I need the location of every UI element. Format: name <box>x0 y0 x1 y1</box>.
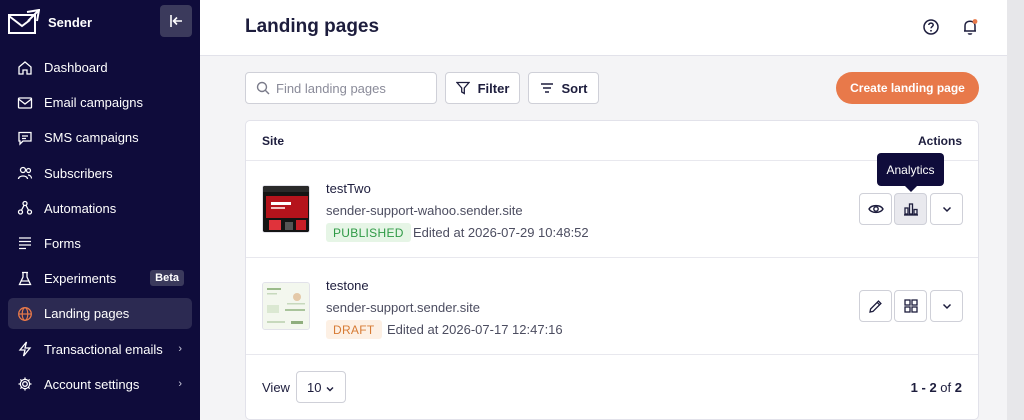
edit-button[interactable] <box>859 290 892 322</box>
chevron-right-icon: › <box>178 342 182 355</box>
view-label: View <box>262 380 290 395</box>
preview-button[interactable] <box>859 193 892 225</box>
pagination-total: 2 <box>954 380 962 395</box>
page-thumbnail[interactable] <box>262 282 310 330</box>
sort-button[interactable]: Sort <box>528 72 599 104</box>
forms-icon <box>16 234 34 252</box>
grid-icon <box>903 299 918 313</box>
users-icon <box>16 164 34 182</box>
brand-logo[interactable]: Sender <box>8 8 92 36</box>
help-icon[interactable] <box>921 17 941 37</box>
pagination-info: 1 - 2 of 2 <box>911 380 962 395</box>
brand-name: Sender <box>48 14 93 30</box>
sidebar-item-transactional-emails[interactable]: Transactional emails › <box>8 334 192 365</box>
sidebar-item-label: Dashboard <box>44 60 108 75</box>
notification-bell-icon[interactable] <box>960 17 980 37</box>
sort-icon <box>540 83 553 93</box>
sidebar-item-automations[interactable]: Automations <box>8 193 192 224</box>
bar-chart-icon <box>903 203 918 216</box>
sidebar-item-dashboard[interactable]: Dashboard <box>8 52 192 83</box>
sidebar-item-label: Forms <box>44 235 81 251</box>
filter-button[interactable]: Filter <box>445 72 520 104</box>
page-name[interactable]: testone <box>326 278 369 293</box>
pagination-range: 1 - 2 <box>910 380 937 395</box>
divider <box>246 354 978 355</box>
sort-label: Sort <box>561 80 588 96</box>
column-header-site: Site <box>262 134 285 148</box>
status-badge: DRAFT <box>326 320 382 339</box>
page-thumbnail-image <box>263 283 309 329</box>
sidebar-item-label: Transactional emails <box>44 341 163 357</box>
collapse-sidebar-button[interactable] <box>160 5 192 37</box>
sidebar-item-label: SMS campaigns <box>44 130 139 146</box>
gear-icon <box>16 375 34 393</box>
edited-timestamp: Edited at 2026-07-17 12:47:16 <box>387 322 563 337</box>
sidebar-item-landing-pages[interactable]: Landing pages <box>8 298 192 330</box>
create-landing-page-button[interactable]: Create landing page <box>836 72 979 104</box>
globe-icon <box>16 305 34 323</box>
sidebar-item-label: Landing pages <box>44 306 130 322</box>
sidebar-item-label: Automations <box>44 200 117 216</box>
home-icon <box>16 59 34 77</box>
sidebar-item-label: Account settings <box>44 376 140 392</box>
edited-timestamp: Edited at 2026-07-29 10:48:52 <box>413 225 589 240</box>
filter-label: Filter <box>477 80 510 96</box>
beta-badge: Beta <box>150 270 184 287</box>
scrollbar-track[interactable] <box>1007 0 1024 420</box>
page-name[interactable]: testTwo <box>326 181 371 196</box>
sidebar-item-sms-campaigns[interactable]: SMS campaigns <box>8 122 192 153</box>
search-box[interactable] <box>245 72 437 104</box>
page-url[interactable]: sender-support-wahoo.sender.site <box>326 203 523 218</box>
collapse-left-icon <box>170 15 182 27</box>
sidebar-item-experiments[interactable]: Experiments Beta <box>8 263 192 294</box>
chevron-down-icon <box>942 206 951 213</box>
sidebar-item-account-settings[interactable]: Account settings › <box>8 369 192 400</box>
column-header-actions: Actions <box>917 134 962 148</box>
page-size-select[interactable]: 10 <box>296 371 346 403</box>
page-thumbnail-image <box>263 186 309 232</box>
search-icon <box>256 81 270 95</box>
mail-icon <box>16 94 34 112</box>
lightning-icon <box>16 340 34 358</box>
pagination-of: of <box>940 380 952 395</box>
flask-icon <box>16 270 34 288</box>
page-title: Landing pages <box>245 16 380 37</box>
sidebar-item-forms[interactable]: Forms <box>8 228 192 259</box>
chevron-down-icon <box>942 303 951 310</box>
layout-button[interactable] <box>894 290 927 322</box>
analytics-button[interactable] <box>894 193 927 225</box>
more-actions-button[interactable] <box>930 193 963 225</box>
chevron-right-icon: › <box>178 377 182 390</box>
page-size-value: 10 <box>307 379 322 395</box>
filter-icon <box>455 81 470 95</box>
sidebar-item-label: Subscribers <box>44 165 113 181</box>
page-header: Landing pages <box>200 0 1024 56</box>
table-row: testTwo sender-support-wahoo.sender.site… <box>246 161 978 257</box>
chat-icon <box>16 129 34 147</box>
table-row: testone sender-support.sender.site DRAFT… <box>246 258 978 354</box>
page-thumbnail[interactable] <box>262 185 310 233</box>
analytics-tooltip: Analytics <box>877 153 944 192</box>
pencil-icon <box>869 299 882 313</box>
more-actions-button[interactable] <box>930 290 963 322</box>
sidebar-item-subscribers[interactable]: Subscribers <box>8 158 192 189</box>
sidebar: Sender Dashboard Email campaigns SMS cam… <box>0 0 200 420</box>
sidebar-item-label: Email campaigns <box>44 95 143 111</box>
page-url[interactable]: sender-support.sender.site <box>326 300 480 315</box>
sidebar-item-email-campaigns[interactable]: Email campaigns <box>8 87 192 118</box>
search-input[interactable] <box>276 80 426 96</box>
landing-pages-table: Site Actions testTwo sender-support-waho… <box>245 120 979 420</box>
eye-icon <box>867 204 884 214</box>
status-badge: PUBLISHED <box>326 223 411 242</box>
automation-icon <box>16 199 34 217</box>
sidebar-item-label: Experiments <box>44 271 117 287</box>
chevron-down-icon <box>326 387 334 392</box>
sidebar-nav: Dashboard Email campaigns SMS campaigns … <box>8 52 192 404</box>
sender-logo-icon <box>8 9 40 34</box>
